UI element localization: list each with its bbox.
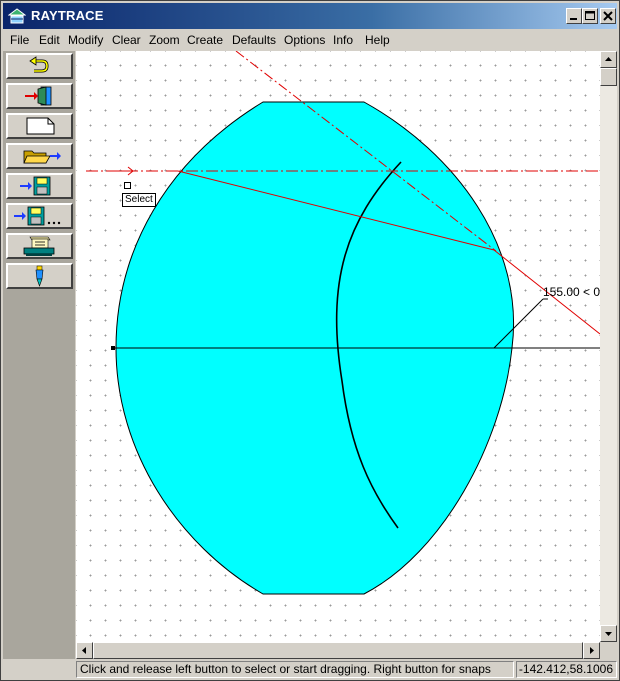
save-as-button[interactable]: [6, 203, 73, 229]
print-button[interactable]: [6, 233, 73, 259]
exit-button[interactable]: [6, 83, 73, 109]
pen-icon: [35, 265, 44, 287]
maximize-button[interactable]: [582, 8, 598, 24]
dimension-label[interactable]: 155.00 < 0.: [543, 285, 600, 299]
new-document-button[interactable]: [6, 113, 73, 139]
undo-button[interactable]: [6, 53, 73, 79]
menu-help[interactable]: Help: [365, 33, 390, 47]
scroll-right-button[interactable]: [583, 642, 600, 659]
arrow-up-icon: [605, 57, 612, 61]
pen-button[interactable]: [6, 263, 73, 289]
save-disk-icon: [20, 176, 51, 196]
vertical-scrollbar[interactable]: [600, 51, 617, 642]
scroll-down-button[interactable]: [600, 625, 617, 642]
snap-marker: [124, 182, 131, 189]
maximize-icon: [585, 11, 595, 20]
status-message: Click and release left button to select …: [76, 661, 514, 678]
scroll-left-button[interactable]: [76, 642, 93, 659]
horizontal-scrollbar[interactable]: [76, 642, 600, 659]
arrow-right-icon: [590, 647, 594, 654]
optical-drawing: [86, 51, 600, 595]
menu-modify[interactable]: Modify: [68, 33, 103, 47]
menu-create[interactable]: Create: [187, 33, 223, 47]
select-tooltip: Select: [122, 193, 156, 207]
menu-file[interactable]: File: [10, 33, 29, 47]
blank-page-icon: [26, 117, 55, 135]
save-button[interactable]: [6, 173, 73, 199]
open-file-button[interactable]: [6, 143, 73, 169]
minimize-button[interactable]: [566, 8, 582, 24]
axis-endpoint-marker: [111, 346, 115, 350]
horizontal-scroll-thumb[interactable]: [93, 642, 583, 659]
printer-icon: [23, 236, 55, 256]
save-as-disk-icon: [14, 206, 61, 226]
menu-edit[interactable]: Edit: [39, 33, 60, 47]
arrow-down-icon: [605, 632, 612, 636]
scrollbar-corner: [600, 642, 617, 659]
menu-clear[interactable]: Clear: [112, 33, 141, 47]
undo-arrow-icon: [29, 56, 49, 73]
raytrace-app-icon: [8, 8, 26, 24]
menu-defaults[interactable]: Defaults: [232, 33, 276, 47]
arrow-left-icon: [82, 647, 86, 654]
vertical-scroll-thumb[interactable]: [600, 68, 617, 86]
menu-options[interactable]: Options: [284, 33, 325, 47]
close-button[interactable]: [600, 8, 616, 24]
menu-zoom[interactable]: Zoom: [149, 33, 180, 47]
close-icon: [603, 11, 613, 21]
raytrace-window: RAYTRACE File Edit Modify Clear Zoom Cre…: [0, 0, 620, 681]
window-title: RAYTRACE: [31, 8, 104, 23]
drawing-canvas[interactable]: Select 155.00 < 0.: [76, 51, 600, 642]
menu-info[interactable]: Info: [333, 33, 353, 47]
tool-panel: [3, 51, 75, 659]
exit-door-icon: [25, 86, 52, 106]
status-bar: Click and release left button to select …: [3, 660, 617, 680]
scroll-up-button[interactable]: [600, 51, 617, 68]
minimize-icon: [570, 18, 577, 20]
cursor-coordinates: -142.412,58.1006: [516, 661, 617, 678]
menu-bar: File Edit Modify Clear Zoom Create Defau…: [3, 30, 617, 50]
open-folder-icon: [23, 150, 61, 164]
title-bar[interactable]: RAYTRACE: [3, 3, 617, 29]
